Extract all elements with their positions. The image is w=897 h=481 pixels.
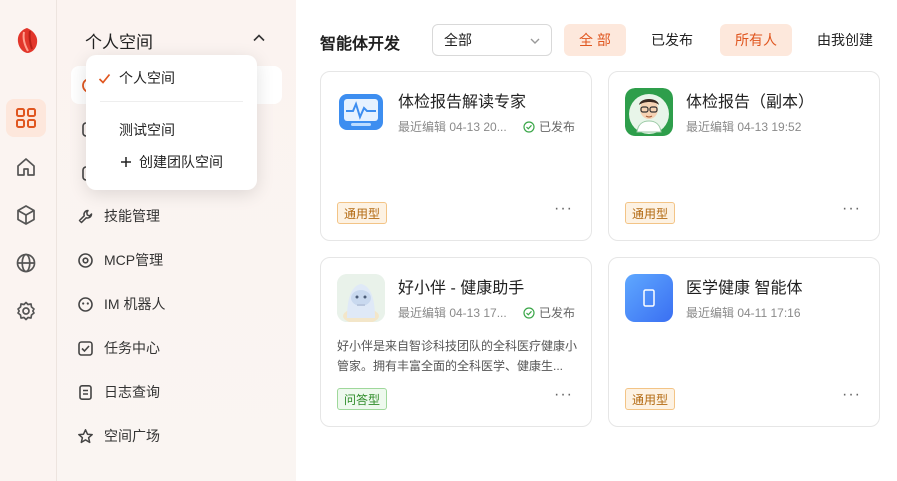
icon-rail [0,0,57,481]
agent-card-title: 医学健康 智能体 [686,280,803,297]
dropdown-item-personal-space[interactable]: 个人空间 [86,63,257,93]
agent-card-title: 好小伴 - 健康助手 [398,280,525,297]
agent-type-tag: 通用型 [625,202,676,224]
dropdown-item-label: 个人空间 [119,70,175,86]
published-status-label: 已发布 [539,120,576,134]
dropdown-item-test-space[interactable]: 测试空间 [86,115,257,145]
agent-card-title: 体检报告（副本） [686,94,815,111]
agent-card-edited: 最近编辑 04-13 17... [398,306,507,320]
sidebar-item-label: MCP管理 [104,252,164,268]
check-circle-icon [523,120,535,133]
target-icon [78,252,93,268]
sidebar-item-label: 任务中心 [104,340,160,356]
agent-card-edited: 最近编辑 04-11 17:16 [686,306,801,320]
task-check-icon [78,340,93,356]
more-options-icon[interactable]: ··· [842,200,861,218]
sidebar-item-label: 日志查询 [104,384,160,400]
globe-icon[interactable] [6,244,46,282]
check-icon [98,73,111,84]
agent-type-tag: 问答型 [337,388,388,410]
chevron-down-icon [530,38,540,44]
filter-chip-created-by-me[interactable]: 由我创建 [802,24,888,56]
sidebar-item-plaza[interactable]: 空间广场 [77,418,277,454]
agent-card[interactable]: 好小伴 - 健康助手 最近编辑 04-13 17... 已发布 好小伴是来自智诊… [320,257,592,427]
more-options-icon[interactable]: ··· [554,200,573,218]
plus-icon [121,157,131,167]
dropdown-item-label: 测试空间 [119,122,175,138]
more-options-icon[interactable]: ··· [554,386,573,404]
sidebar-item-tasks[interactable]: 任务中心 [77,330,277,366]
sidebar-item-mcp[interactable]: MCP管理 [77,242,277,278]
agent-avatar [337,88,385,136]
agent-avatar [337,274,385,322]
agent-type-tag: 通用型 [337,202,388,224]
sidebar-item-skills[interactable]: 技能管理 [77,198,277,234]
cube-icon[interactable] [6,196,46,234]
agent-card[interactable]: 医学健康 智能体 最近编辑 04-11 17:16 通用型 ··· [608,257,880,427]
sidebar-item-logs[interactable]: 日志查询 [77,374,277,410]
filter-chip-everyone[interactable]: 所有人 [720,24,792,56]
main-content: 智能体开发 全部 全 部 已发布 所有人 由我创建 体检报告解读专家 最近编辑 … [296,0,897,481]
published-status: 已发布 [523,304,575,321]
chevron-up-icon[interactable] [251,30,267,46]
agent-avatar [625,88,673,136]
more-options-icon[interactable]: ··· [842,386,861,404]
agent-card-description: 好小伴是来自智诊科技团队的全科医疗健康小管家。拥有丰富全面的全科医学、健康生..… [337,339,578,373]
sidebar-item-label: IM 机器人 [104,296,166,312]
home-icon[interactable] [6,148,46,186]
category-select[interactable]: 全部 [432,24,552,56]
dropdown-divider [100,101,243,102]
robot-icon [78,296,93,312]
published-status: 已发布 [523,118,575,135]
create-team-space-button[interactable]: 创建团队空间 [86,147,257,177]
app-logo-icon[interactable] [12,24,42,56]
settings-gear-icon[interactable] [6,292,46,330]
apps-grid-icon[interactable] [6,99,46,137]
filter-chip-published[interactable]: 已发布 [636,24,708,56]
agent-card-title: 体检报告解读专家 [398,94,527,111]
sidebar-item-label: 空间广场 [104,428,160,444]
sidebar-item-label: 技能管理 [104,208,160,224]
agent-card-edited: 最近编辑 04-13 20... [398,120,507,134]
log-document-icon [79,384,92,400]
wrench-icon [78,209,93,223]
agent-card[interactable]: 体检报告解读专家 最近编辑 04-13 20... 已发布 通用型 ··· [320,71,592,241]
check-circle-icon [523,306,535,319]
agent-avatar [625,274,673,322]
space-switcher-title[interactable]: 个人空间 [85,28,153,53]
dropdown-item-label: 创建团队空间 [139,154,223,170]
agent-card[interactable]: 体检报告（副本） 最近编辑 04-13 19:52 通用型 ··· [608,71,880,241]
agent-card-edited: 最近编辑 04-13 19:52 [686,120,802,134]
space-switcher-dropdown: 个人空间 测试空间 创建团队空间 [86,55,257,190]
star-icon [78,428,93,443]
filter-chip-all[interactable]: 全 部 [564,24,626,56]
category-select-value: 全部 [444,32,472,48]
page-title: 智能体开发 [320,36,401,53]
published-status-label: 已发布 [539,306,576,320]
agent-type-tag: 通用型 [625,388,676,410]
sidebar-item-im-robot[interactable]: IM 机器人 [77,286,277,322]
